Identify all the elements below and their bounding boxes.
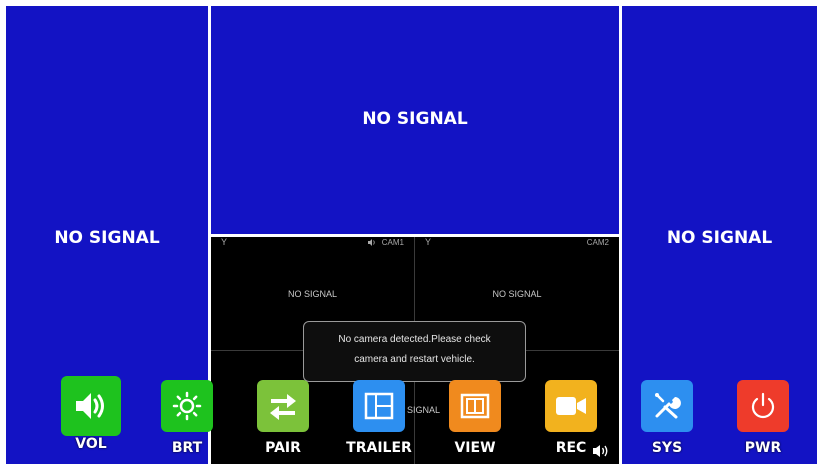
toast-line-2: camera and restart vehicle. [354,354,475,365]
trailer-layout-icon [364,392,394,420]
cam4-signal-label: SIGNAL [407,405,441,415]
swap-arrows-icon [270,394,296,420]
trailer-tile [353,380,405,432]
view-label: VIEW [454,440,496,456]
vol-button[interactable]: VOL [61,376,121,456]
trailer-label: TRAILER [346,440,412,456]
cam1-no-signal: NO SIGNAL [287,289,337,299]
no-signal-label: NO SIGNAL [362,109,468,129]
toast-line-1: No camera detected.Please check [338,334,491,345]
cam1-tag: CAM1 [367,238,404,247]
brt-tile [161,380,213,432]
pwr-label: PWR [744,440,782,456]
pair-button[interactable]: PAIR [253,380,313,460]
pair-tile [257,380,309,432]
speaker-icon [76,393,104,419]
cam2-tag: CAM2 [586,238,609,247]
cam1-tag-label: CAM1 [381,238,404,247]
cam1-corner-mark: Y [221,237,228,247]
sun-icon [172,391,202,421]
rec-tile [545,380,597,432]
power-icon [751,392,775,419]
sys-button[interactable]: SYS [637,380,697,460]
vol-tile [61,376,121,436]
view-tile [449,380,501,432]
brt-label: BRT [171,440,203,456]
view-layout-icon [460,393,490,419]
sys-label: SYS [651,440,683,456]
vol-label: VOL [75,436,107,452]
sys-tile [641,380,693,432]
no-camera-toast: No camera detected.Please check camera a… [303,321,526,382]
trailer-button[interactable]: TRAILER [346,380,412,460]
brt-button[interactable]: BRT [157,380,217,460]
cam2-no-signal: NO SIGNAL [492,289,542,299]
pair-label: PAIR [265,440,301,456]
mini-speaker-icon [367,239,375,247]
no-signal-label: NO SIGNAL [666,228,773,248]
pwr-button[interactable]: PWR [733,380,793,460]
view-button[interactable]: VIEW [445,380,505,460]
pwr-tile [737,380,789,432]
cam2-corner-mark: Y [425,237,432,247]
rec-audio-icon [593,445,608,457]
top-camera-pane[interactable]: NO SIGNAL [211,6,619,234]
no-signal-label: NO SIGNAL [54,228,160,248]
tools-icon [655,393,681,419]
video-camera-icon [556,397,586,415]
